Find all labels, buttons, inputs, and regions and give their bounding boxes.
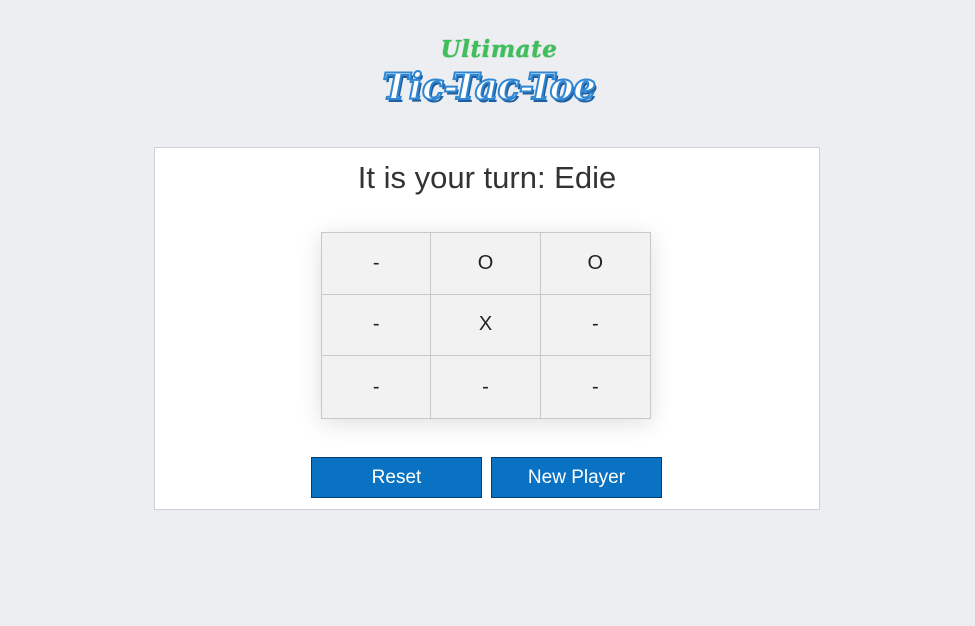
logo-title: Tic-Tac-Toe <box>381 65 597 109</box>
board-cell-4[interactable]: - <box>322 294 432 357</box>
board-cell-5[interactable]: X <box>431 294 541 357</box>
board-cell-6[interactable]: - <box>540 294 650 357</box>
board-cell-3[interactable]: O <box>540 233 650 295</box>
board-cell-2[interactable]: O <box>431 233 541 295</box>
board-cell-7[interactable]: - <box>322 356 432 418</box>
turn-status: It is your turn: Edie <box>357 160 617 195</box>
board-cell-8[interactable]: - <box>431 356 541 418</box>
game-logo: Ultimate Tic-Tac-Toe <box>360 36 618 116</box>
game-panel: It is your turn: Edie - O O - X - - - - … <box>154 147 820 510</box>
game-board: - O O - X - - - - <box>321 232 651 419</box>
new-player-button[interactable]: New Player <box>491 457 662 498</box>
logo-subtitle: Ultimate <box>440 36 558 63</box>
reset-button[interactable]: Reset <box>311 457 482 498</box>
board-cell-1[interactable]: - <box>322 233 432 295</box>
board-cell-9[interactable]: - <box>540 356 650 418</box>
